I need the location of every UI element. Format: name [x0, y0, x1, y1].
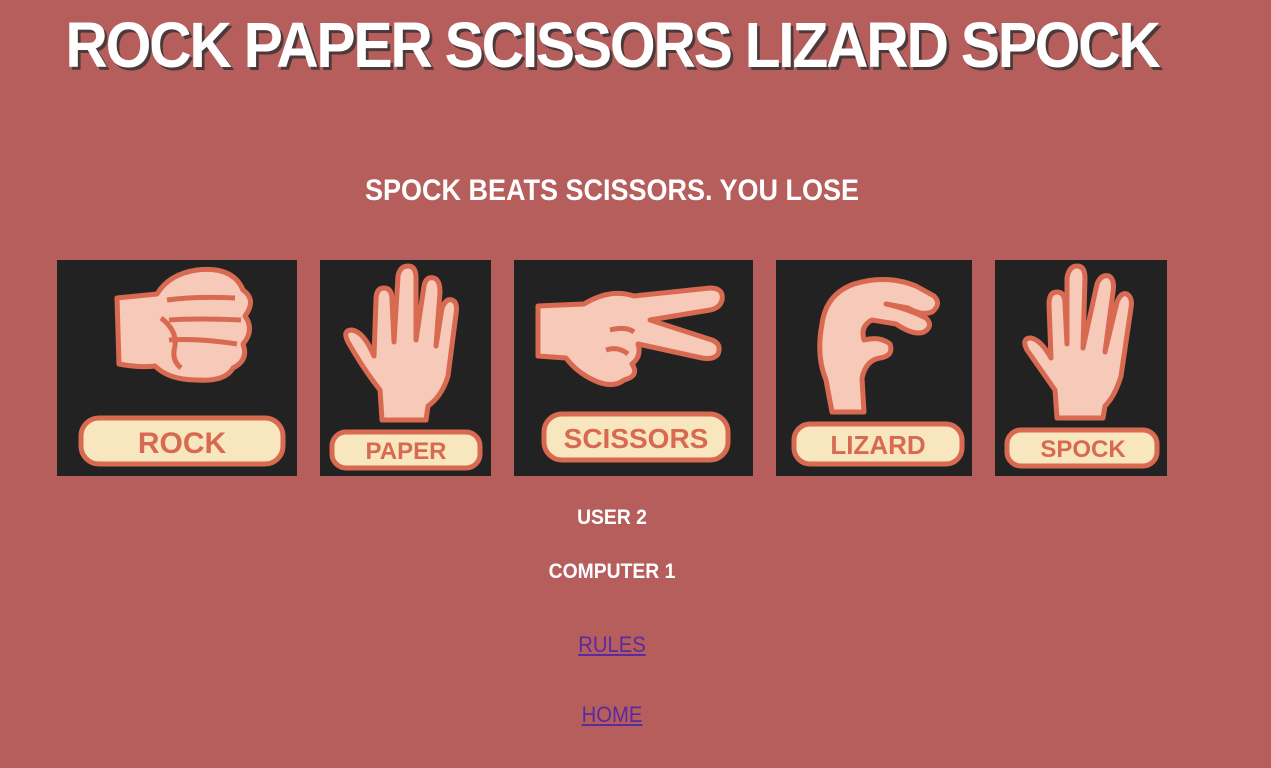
choice-paper-button[interactable]: PAPER	[320, 260, 491, 476]
home-link-wrapper: HOME	[49, 702, 1175, 728]
rules-link[interactable]: RULES	[578, 632, 645, 657]
home-link[interactable]: HOME	[582, 702, 643, 727]
choice-label: PAPER	[366, 438, 447, 465]
user-score: USER 2	[577, 506, 647, 529]
choice-label: SPOCK	[1040, 436, 1126, 463]
scissors-hand-icon: SCISSORS	[535, 285, 731, 463]
rock-hand-icon: ROCK	[78, 266, 286, 467]
choice-scissors-button[interactable]: SCISSORS	[514, 260, 753, 476]
result-message: SPOCK BEATS SCISSORS. YOU LOSE	[364, 174, 860, 207]
choice-spock-button[interactable]: SPOCK	[995, 260, 1167, 476]
choice-lizard-button[interactable]: LIZARD	[776, 260, 972, 476]
game-page: ROCK PAPER SCISSORS LIZARD SPOCK SPOCK B…	[0, 0, 1271, 768]
computer-score: COMPUTER 1	[548, 560, 676, 583]
choice-label: ROCK	[138, 427, 227, 460]
page-title: ROCK PAPER SCISSORS LIZARD SPOCK	[65, 9, 1161, 81]
choice-label: SCISSORS	[564, 423, 709, 454]
choice-label: LIZARD	[830, 430, 925, 460]
lizard-hand-icon: LIZARD	[791, 276, 965, 467]
spock-hand-icon: SPOCK	[1004, 263, 1160, 469]
rules-link-wrapper: RULES	[49, 632, 1175, 658]
paper-hand-icon: PAPER	[329, 263, 483, 471]
choice-rock-button[interactable]: ROCK	[57, 260, 297, 476]
